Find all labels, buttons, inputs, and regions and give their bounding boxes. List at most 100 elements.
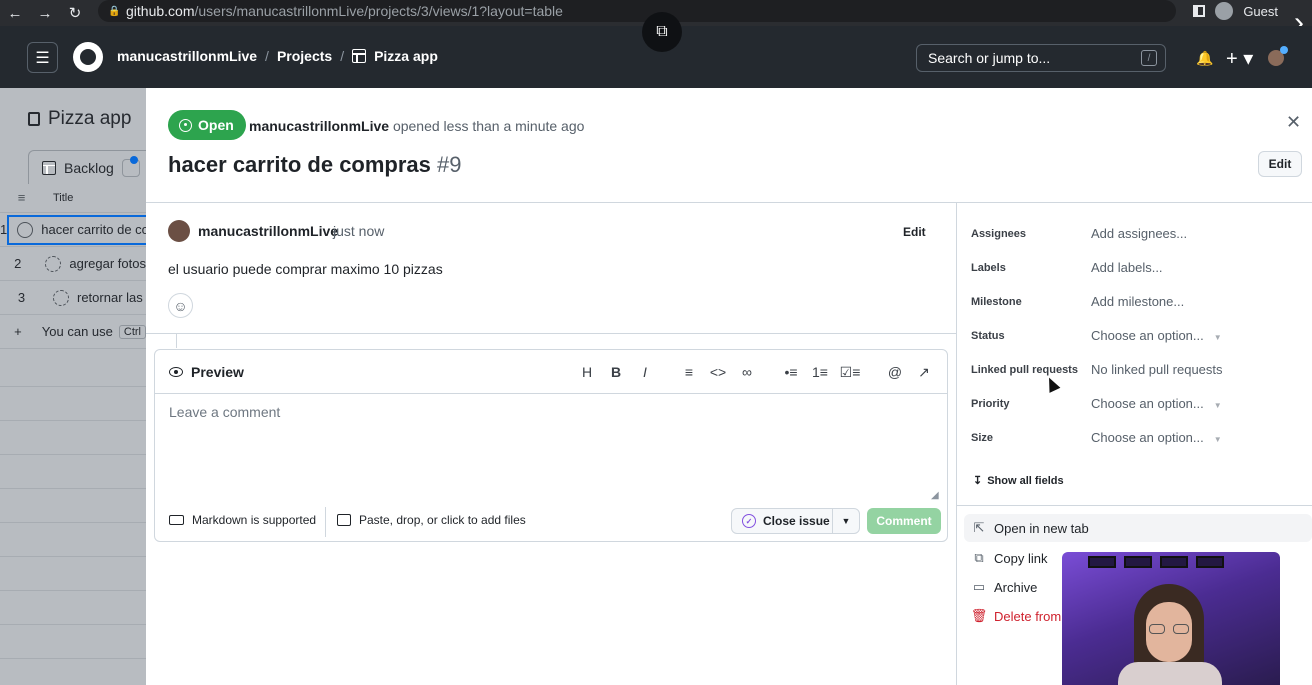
resize-handle-icon[interactable]: ◢ [931, 490, 939, 501]
table-row[interactable]: 3 retornar las [0, 281, 146, 315]
status-value: Choose an option... [1091, 328, 1204, 343]
tab-preview[interactable]: Preview [169, 364, 244, 380]
wall-frame [1124, 556, 1152, 568]
table-body: ≡ Title 1 hacer carrito de compras 2 agr… [0, 183, 146, 349]
presenter-glasses [1149, 624, 1189, 634]
field-value-milestone[interactable]: Add milestone... [1091, 294, 1184, 309]
bell-icon[interactable]: 🔔 [1196, 50, 1213, 66]
hamburger-menu-button[interactable]: ☰ [27, 42, 58, 73]
draft-issue-icon [45, 255, 62, 272]
quote-icon[interactable]: ≡ [680, 363, 698, 381]
profile-label[interactable]: Guest [1243, 4, 1278, 19]
close-icon[interactable]: ✕ [1286, 112, 1301, 133]
markdown-label: Markdown is supported [192, 513, 317, 527]
breadcrumb-user[interactable]: manucastrillonmLive [117, 48, 257, 64]
comment-time[interactable]: just now [333, 223, 384, 239]
bold-icon[interactable]: B [607, 363, 625, 381]
numbered-list-icon[interactable]: 1≡ [811, 363, 829, 381]
comment-textarea[interactable]: Leave a comment [169, 404, 280, 420]
page-title: hacer carrito de compras #9 [168, 152, 462, 178]
task-list-icon[interactable]: ☑≡ [840, 363, 861, 381]
address-bar[interactable]: 🔒 github.com/users/manucastrillonmLive/p… [98, 0, 1176, 22]
reload-icon[interactable]: ↻ [60, 2, 90, 24]
italic-icon[interactable]: I [636, 363, 654, 381]
issue-author[interactable]: manucastrillonmLive [249, 118, 389, 134]
copy-link-label: Copy link [994, 550, 1048, 566]
project-table-background: Pizza app Backlog ≡ Title 1 hacer carrit… [0, 88, 146, 685]
issue-opened-time: opened less than a minute ago [392, 118, 585, 134]
tab-backlog[interactable]: Backlog [28, 150, 146, 184]
table-row[interactable]: 1 hacer carrito de compras [0, 213, 146, 247]
issue-meta: manucastrillonmLive opened less than a m… [249, 118, 584, 134]
empty-row [0, 387, 146, 421]
avatar[interactable] [168, 220, 190, 242]
copy-icon: ⧉ [974, 550, 984, 565]
mention-icon[interactable]: @ [886, 363, 904, 381]
filter-icon[interactable]: ≡ [0, 190, 43, 205]
row-title: hacer carrito de compras [41, 222, 146, 237]
search-input[interactable]: Search or jump to... / [916, 44, 1166, 72]
timeline-line [176, 334, 177, 348]
external-link-icon: ⇱ [973, 520, 985, 535]
bulleted-list-icon[interactable]: •≡ [782, 363, 800, 381]
close-issue-options-button[interactable]: ▼ [832, 508, 860, 534]
close-issue-label: Close issue [763, 514, 830, 528]
field-label-size: Size [971, 432, 994, 444]
reference-icon[interactable]: ↗ [915, 363, 933, 381]
column-title[interactable]: Title [43, 192, 73, 204]
selected-cell[interactable]: hacer carrito de compras [7, 214, 146, 245]
plus-icon[interactable]: + ▾ [1226, 46, 1253, 71]
plus-icon: + [14, 324, 22, 339]
field-value-priority[interactable]: Choose an option... ▼ [1091, 396, 1222, 411]
edit-title-button[interactable]: Edit [1258, 151, 1302, 177]
show-all-fields-button[interactable]: ↧ Show all fields [973, 474, 1064, 488]
breadcrumb-project[interactable]: Pizza app [374, 48, 438, 64]
github-logo-icon[interactable] [73, 42, 103, 72]
divider [146, 202, 1312, 203]
heading-icon[interactable]: H [578, 363, 596, 381]
field-value-status[interactable]: Choose an option... ▼ [1091, 328, 1222, 343]
edit-comment-button[interactable]: Edit [903, 225, 926, 239]
field-label-priority: Priority [971, 398, 1010, 410]
divider [325, 507, 326, 537]
breadcrumb-projects[interactable]: Projects [277, 48, 332, 64]
add-item-row[interactable]: + You can use Ctrl [0, 315, 146, 349]
draft-issue-icon [53, 289, 69, 306]
comment-button[interactable]: Comment [867, 508, 941, 534]
popout-icon[interactable]: ⧉ [642, 12, 682, 52]
link-icon[interactable]: ∞ [738, 363, 756, 381]
comment-author[interactable]: manucastrillonmLive [198, 223, 338, 239]
empty-rows [0, 353, 146, 659]
field-value-labels[interactable]: Add labels... [1091, 260, 1163, 275]
arrow-down-icon: ↧ [973, 475, 983, 487]
side-panel-icon[interactable] [1193, 5, 1206, 17]
issue-open-icon [17, 221, 34, 238]
open-in-new-tab-button[interactable]: ⇱ Open in new tab [964, 514, 1312, 542]
issue-number: #9 [437, 152, 462, 177]
status-badge: Open [168, 110, 246, 140]
comment-editor: Preview H B I ≡ <> ∞ •≡ 1≡ ☑≡ @ ↗ Leave … [154, 349, 948, 542]
url-path: /users/manucastrillonmLive/projects/3/vi… [194, 3, 563, 19]
markdown-icon [169, 515, 184, 525]
wall-frame [1088, 556, 1116, 568]
close-issue-button[interactable]: ✓ Close issue [731, 508, 833, 534]
check-circle-icon: ✓ [742, 514, 756, 528]
empty-row [0, 455, 146, 489]
attach-files-button[interactable]: Paste, drop, or click to add files [337, 513, 526, 527]
add-item-key: Ctrl [118, 324, 146, 339]
chevron-down-icon: ▼ [1213, 333, 1222, 342]
unsaved-changes-dot [130, 156, 138, 164]
back-arrow-icon[interactable]: ← [0, 2, 30, 24]
profile-icon[interactable] [1215, 2, 1234, 20]
field-value-assignees[interactable]: Add assignees... [1091, 226, 1187, 241]
code-icon[interactable]: <> [709, 363, 727, 381]
webcam-overlay [1062, 552, 1280, 685]
notification-dot [1280, 46, 1288, 54]
forward-arrow-icon[interactable]: → [30, 2, 60, 24]
search-placeholder: Search or jump to... [928, 50, 1051, 66]
table-row[interactable]: 2 agregar fotos [0, 247, 146, 281]
editor-toolbar: Preview H B I ≡ <> ∞ •≡ 1≡ ☑≡ @ ↗ [155, 350, 947, 394]
smiley-icon[interactable]: ☺ [168, 293, 193, 318]
markdown-hint[interactable]: Markdown is supported [169, 513, 316, 527]
field-value-size[interactable]: Choose an option... ▼ [1091, 430, 1222, 445]
